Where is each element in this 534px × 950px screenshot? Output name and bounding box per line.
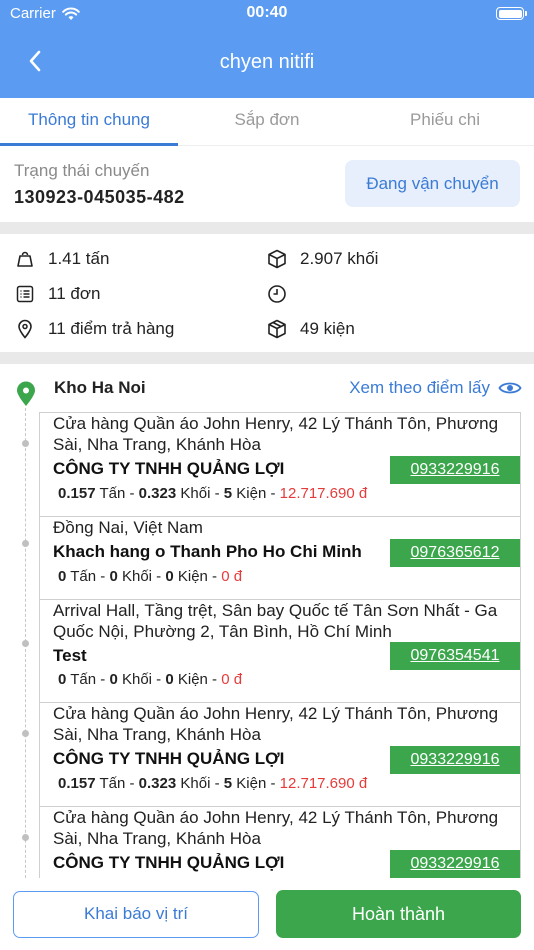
amount-value: 12.717.690 đ [279, 485, 368, 502]
amount-value: 0 đ [221, 671, 243, 688]
volume-value: 0 [109, 671, 118, 688]
stat-packages: 49 kiện [266, 314, 355, 344]
tab-bar: Thông tin chung Sắp đơn Phiếu chi [0, 98, 534, 146]
orders-value: 11 đơn [48, 284, 101, 303]
bottom-action-bar: Khai báo vị trí Hoàn thành [0, 878, 534, 950]
stop-address: Cửa hàng Quần áo John Henry, 42 Lý Thánh… [53, 704, 499, 744]
volume-unit: Khối [121, 671, 152, 688]
packages-unit: Kiện [177, 671, 208, 688]
stop-company: CÔNG TY TNHH QUẢNG LỢI [53, 853, 285, 872]
volume-value: 0.323 [138, 485, 177, 502]
phone-link[interactable]: 0976354541 [390, 642, 520, 670]
phone-link[interactable]: 0976365612 [390, 539, 520, 567]
tons-unit: Tấn [70, 671, 97, 688]
map-pin-icon [17, 381, 35, 406]
tab-arrange-orders[interactable]: Sắp đơn [178, 98, 356, 146]
package-icon [266, 318, 288, 340]
list-item[interactable]: Đồng Nai, Việt Nam Khach hang o Thanh Ph… [39, 516, 521, 599]
amount-value: 0 đ [221, 568, 243, 585]
stat-orders: 11 đơn [14, 279, 100, 309]
tons-value: 0 [58, 568, 67, 585]
tons-value: 0.157 [58, 775, 96, 792]
phone-link[interactable]: 0933229916 [390, 456, 520, 484]
packages-unit: Kiện [236, 775, 267, 792]
stat-drop-points: 11 điểm trả hàng [14, 314, 174, 344]
stop-company: CÔNG TY TNHH QUẢNG LỢI [53, 749, 285, 768]
stop-address: Cửa hàng Quần áo John Henry, 42 Lý Thánh… [53, 808, 499, 848]
eye-icon [498, 382, 522, 394]
stop-company: CÔNG TY TNHH QUẢNG LỢI [53, 459, 285, 478]
trip-stats: 1.41 tấn 2.907 khối 11 đơn 11 điểm trả h… [0, 234, 534, 352]
packages-value: 49 kiện [300, 319, 355, 338]
stop-metrics: 0 Tấn - 0 Khối - 0 Kiện - 0 đ [58, 671, 243, 688]
stat-volume: 2.907 khối [266, 244, 378, 274]
stop-address: Arrival Hall, Tầng trệt, Sân bay Quốc tế… [53, 601, 498, 641]
tons-unit: Tấn [99, 775, 126, 792]
packages-unit: Kiện [177, 568, 208, 585]
stat-time [266, 279, 300, 309]
complete-button[interactable]: Hoàn thành [276, 890, 521, 938]
trip-status-label: Trạng thái chuyến [14, 161, 150, 180]
timeline-dot [22, 440, 29, 447]
packages-value: 5 [223, 775, 233, 792]
tons-value: 0.157 [58, 485, 96, 502]
tab-general-info[interactable]: Thông tin chung [0, 98, 178, 146]
trip-status-card: Trạng thái chuyến 130923-045035-482 Đang… [0, 146, 534, 222]
timeline-dot [22, 640, 29, 647]
packages-value: 0 [165, 671, 174, 688]
stat-weight: 1.41 tấn [14, 244, 109, 274]
packages-value: 0 [165, 568, 174, 585]
volume-unit: Khối [180, 775, 211, 792]
stop-metrics: 0 Tấn - 0 Khối - 0 Kiện - 0 đ [58, 568, 243, 585]
stop-metrics: 0.157 Tấn - 0.323 Khối - 5 Kiện - 12.717… [58, 775, 368, 792]
cube-icon [266, 248, 288, 270]
volume-value: 2.907 khối [300, 249, 379, 268]
section-divider [0, 222, 534, 234]
stop-metrics: 0.157 Tấn - 0.323 Khối - 5 Kiện - 12.717… [58, 485, 368, 502]
packages-unit: Kiện [236, 485, 267, 502]
status-time: 00:40 [246, 4, 288, 21]
view-by-pickup-label: Xem theo điểm lấy [349, 378, 490, 397]
list-item[interactable]: Cửa hàng Quần áo John Henry, 42 Lý Thánh… [39, 702, 521, 806]
status-bar: Carrier 00:40 [0, 0, 534, 30]
volume-value: 0 [109, 568, 118, 585]
trip-code: 130923-045035-482 [14, 187, 185, 207]
nav-header: Carrier 00:40 chyen nitifi [0, 0, 534, 98]
tons-value: 0 [58, 671, 67, 688]
view-by-pickup-link[interactable]: Xem theo điểm lấy [349, 378, 522, 398]
drop-points-value: 11 điểm trả hàng [48, 319, 175, 338]
clock-icon [266, 283, 288, 305]
battery-icon [496, 7, 527, 20]
packages-value: 5 [223, 485, 233, 502]
declare-location-button[interactable]: Khai báo vị trí [13, 891, 259, 938]
timeline-dot [22, 730, 29, 737]
stop-company: Khach hang o Thanh Pho Ho Chi Minh [53, 542, 362, 561]
phone-link[interactable]: 0933229916 [390, 850, 520, 878]
tons-unit: Tấn [70, 568, 97, 585]
page-title: chyen nitifi [219, 51, 315, 73]
phone-link[interactable]: 0933229916 [390, 746, 520, 774]
list-item[interactable]: Cửa hàng Quần áo John Henry, 42 Lý Thánh… [39, 412, 521, 516]
stop-address: Cửa hàng Quần áo John Henry, 42 Lý Thánh… [53, 414, 499, 454]
weight-icon [14, 248, 36, 270]
warehouse-name: Kho Ha Noi [54, 378, 146, 397]
location-pin-icon [14, 318, 36, 340]
timeline-dot [22, 540, 29, 547]
trip-status-badge[interactable]: Đang vận chuyển [345, 160, 520, 207]
amount-value: 12.717.690 đ [279, 775, 368, 792]
list-item[interactable]: Arrival Hall, Tầng trệt, Sân bay Quốc tế… [39, 599, 521, 702]
list-item[interactable]: Cửa hàng Quần áo John Henry, 42 Lý Thánh… [39, 806, 521, 878]
tab-expense-slip[interactable]: Phiếu chi [356, 98, 534, 146]
weight-value: 1.41 tấn [48, 249, 110, 268]
stop-company: Test [53, 646, 87, 665]
stop-address: Đồng Nai, Việt Nam [53, 518, 203, 537]
volume-value: 0.323 [138, 775, 177, 792]
section-divider [0, 352, 534, 364]
tons-unit: Tấn [99, 485, 126, 502]
timeline-dot [22, 834, 29, 841]
volume-unit: Khối [180, 485, 211, 502]
volume-unit: Khối [121, 568, 152, 585]
list-icon [14, 283, 36, 305]
route-list: Kho Ha Noi Xem theo điểm lấy Cửa hàng Qu… [0, 364, 534, 878]
